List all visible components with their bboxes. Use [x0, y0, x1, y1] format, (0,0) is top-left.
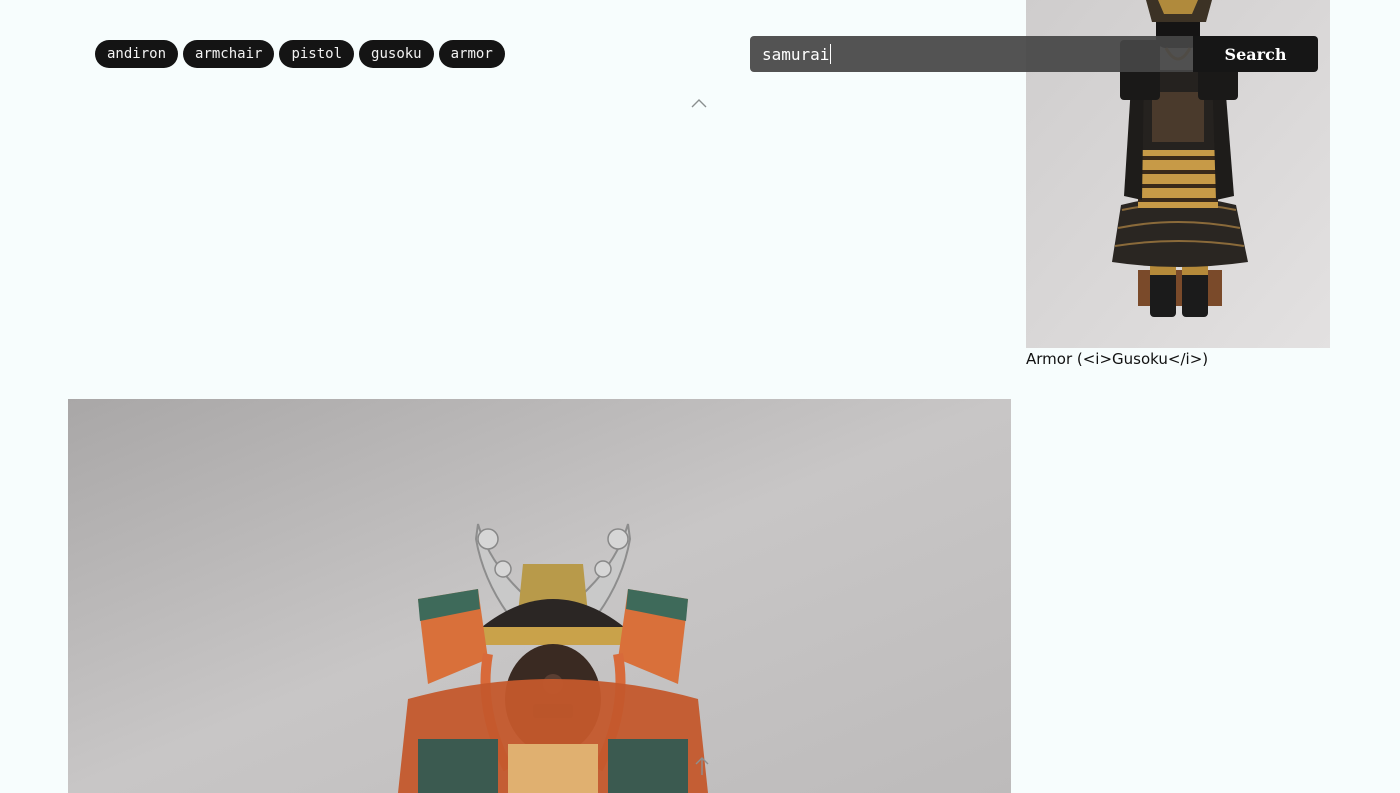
page: andiron armchair pistol gusoku armor Arm… [0, 0, 1400, 793]
main-armor-image[interactable] [68, 399, 1011, 793]
text-cursor [830, 44, 832, 64]
tag-andiron[interactable]: andiron [95, 40, 179, 68]
tag-list: andiron armchair pistol gusoku armor [95, 40, 505, 68]
tag-armor[interactable]: armor [438, 40, 505, 68]
tag-armchair[interactable]: armchair [183, 40, 275, 68]
arrow-up-icon[interactable] [694, 756, 710, 776]
tag-pistol[interactable]: pistol [279, 40, 355, 68]
search-button[interactable]: Search [1193, 36, 1318, 72]
chevron-up-icon[interactable] [690, 97, 708, 109]
result-caption[interactable]: Armor (<i>Gusoku</i>) [1026, 350, 1330, 368]
tag-gusoku[interactable]: gusoku [359, 40, 434, 68]
search-query: samurai [762, 44, 830, 64]
search-input[interactable]: samurai [750, 36, 1193, 72]
search-bar: samurai Search [750, 36, 1318, 72]
